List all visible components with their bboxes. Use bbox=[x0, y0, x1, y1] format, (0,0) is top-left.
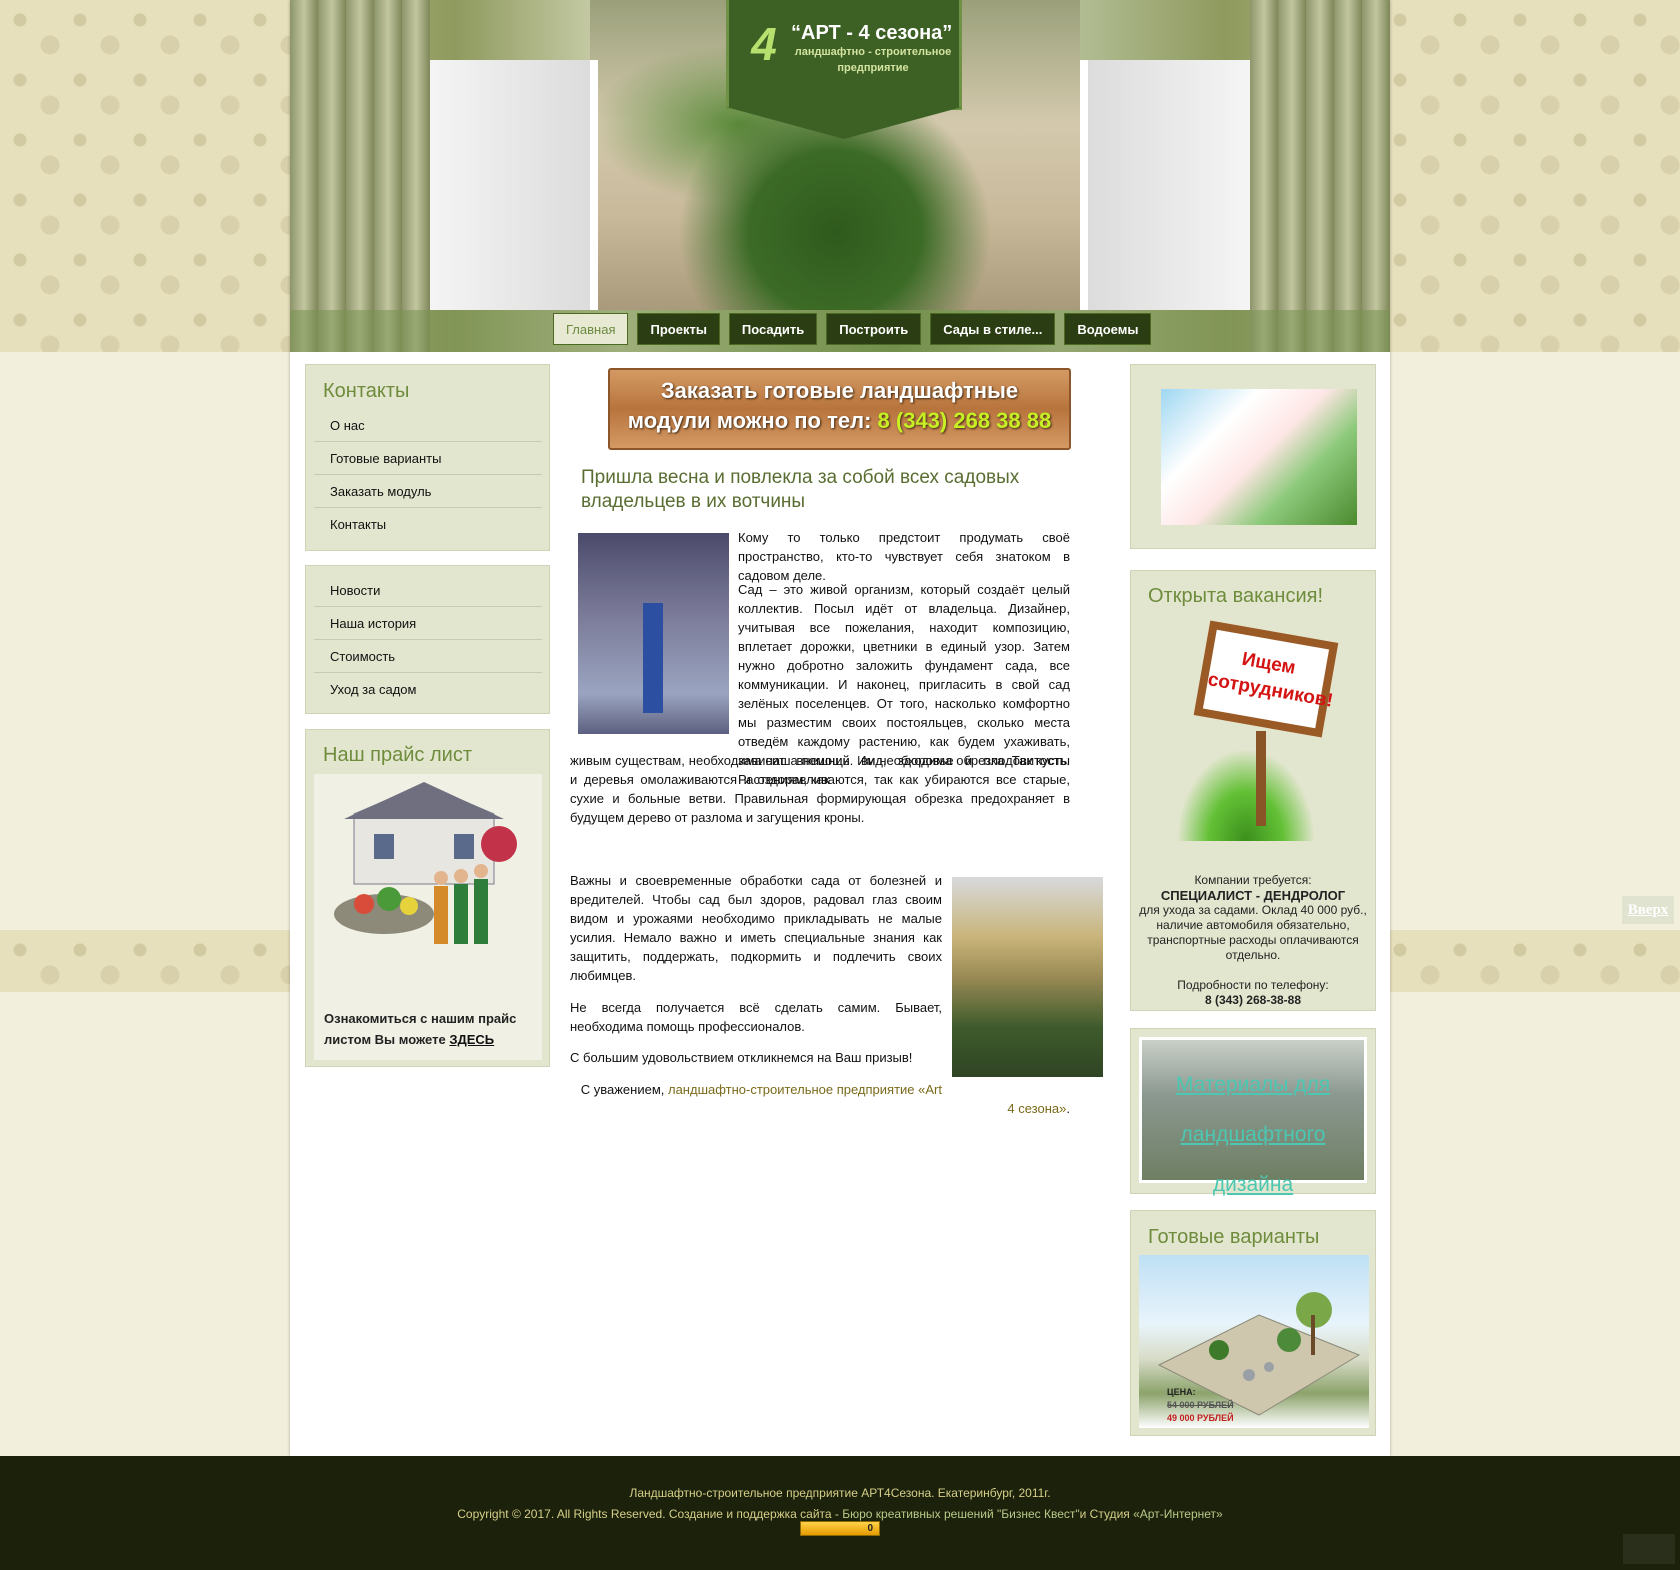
garden-spraying-photo bbox=[952, 877, 1103, 1077]
header: 4 “АРТ - 4 сезона” ландшафтно - строител… bbox=[290, 0, 1390, 352]
article-signature-line2: 4 сезона». bbox=[890, 1099, 1070, 1118]
curtain-left bbox=[290, 0, 430, 352]
menu-item-history[interactable]: Наша история bbox=[314, 607, 542, 640]
vacancy-phone: 8 (343) 268-38-88 bbox=[1204, 993, 1302, 1007]
site-logo[interactable]: 4 “АРТ - 4 сезона” ландшафтно - строител… bbox=[726, 0, 962, 139]
vacancy-phone-label: Подробности по телефону: bbox=[1177, 978, 1329, 992]
nav-build[interactable]: Построить bbox=[826, 313, 922, 345]
hiring-sign: Ищем сотрудников! bbox=[1193, 620, 1339, 738]
sign-post-icon bbox=[1256, 731, 1266, 826]
menu-item-contacts[interactable]: Контакты bbox=[314, 508, 542, 541]
article-title: Пришла весна и повлекла за собой всех са… bbox=[581, 467, 1020, 512]
corner-widget bbox=[1623, 1534, 1675, 1564]
nav-home[interactable]: Главная bbox=[553, 313, 629, 345]
banner-line1: Заказать готовые ландшафтные bbox=[660, 378, 1019, 403]
banner-line2-text: модули можно по тел: bbox=[627, 408, 878, 433]
materials-banner[interactable]: Материалы для ландшафтного дизайна bbox=[1139, 1037, 1367, 1196]
ready-variant-image[interactable]: ЦЕНА: 54 000 РУБЛЕЙ 49 000 РУБЛЕЙ bbox=[1139, 1255, 1369, 1428]
tree-pruning-photo bbox=[578, 533, 729, 734]
footer-and: и Студия bbox=[1079, 1507, 1134, 1521]
article-paragraph-5: С большим удовольствием откликнемся на В… bbox=[570, 1050, 913, 1065]
page-container: 4 “АРТ - 4 сезона” ландшафтно - строител… bbox=[290, 0, 1390, 1456]
vacancy-description: Компании требуется: СПЕЦИАЛИСТ - ДЕНДРОЛ… bbox=[1139, 873, 1367, 1008]
contacts-title: Контакты bbox=[323, 380, 410, 402]
grass-icon bbox=[1171, 741, 1321, 841]
vacancy-details: для ухода за садами. Оклад 40 000 руб., … bbox=[1139, 903, 1367, 962]
scroll-top-button[interactable]: Вверх bbox=[1622, 896, 1674, 924]
menu-item-about[interactable]: О нас bbox=[314, 409, 542, 442]
seminar-box bbox=[1130, 364, 1376, 549]
nav-plant[interactable]: Посадить bbox=[728, 313, 818, 345]
price-list-text: Ознакомиться с нашим прайс листом Вы мож… bbox=[324, 1008, 534, 1050]
footer-link-art-internet[interactable]: «Арт-Интернет» bbox=[1133, 1507, 1223, 1521]
window-frame-left bbox=[420, 60, 598, 310]
info-menu-box: Новости Наша история Стоимость Уход за с… bbox=[305, 565, 550, 714]
vacancy-position: СПЕЦИАЛИСТ - ДЕНДРОЛОГ bbox=[1160, 888, 1346, 903]
seminar-invite-image[interactable] bbox=[1161, 389, 1357, 525]
banner-line2: модули можно по тел: 8 (343) 268 38 88 bbox=[610, 406, 1069, 436]
contacts-menu-box: Контакты О нас Готовые варианты Заказать… bbox=[305, 364, 550, 551]
footer-link-business-quest[interactable]: Бюро креативных решений "Бизнес Квест" bbox=[842, 1507, 1079, 1521]
menu-item-order-module[interactable]: Заказать модуль bbox=[314, 475, 542, 508]
order-modules-banner[interactable]: Заказать готовые ландшафтные модули можн… bbox=[608, 368, 1071, 450]
menu-item-cost[interactable]: Стоимость bbox=[314, 640, 542, 673]
footer: Ландшафтно-строительное предприятие АРТ4… bbox=[0, 1456, 1680, 1570]
vacancy-box: Открыта вакансия! Ищем сотрудников! Комп… bbox=[1130, 570, 1376, 1011]
old-price: 54 000 РУБЛЕЙ bbox=[1167, 1400, 1234, 1410]
nav-projects[interactable]: Проекты bbox=[637, 313, 720, 345]
price-label: ЦЕНА: bbox=[1167, 1387, 1196, 1397]
footer-company: Ландшафтно-строительное предприятие АРТ4… bbox=[629, 1486, 1051, 1500]
menu-item-ready-variants[interactable]: Готовые варианты bbox=[314, 442, 542, 475]
menu-item-garden-care[interactable]: Уход за садом bbox=[314, 673, 542, 706]
ready-variants-title: Готовые варианты bbox=[1148, 1226, 1320, 1248]
main-nav: Главная Проекты Посадить Построить Сады … bbox=[290, 310, 1390, 352]
logo-title: “АРТ - 4 сезона” bbox=[791, 22, 953, 44]
nav-garden-styles[interactable]: Сады в стиле... bbox=[930, 313, 1056, 345]
banner-phone: 8 (343) 268 38 88 bbox=[877, 408, 1052, 433]
footer-copyright-text: Copyright © 2017. All Rights Reserved. С… bbox=[457, 1507, 843, 1521]
vacancy-line1: Компании требуется: bbox=[1194, 873, 1312, 887]
vacancy-title: Открыта вакансия! bbox=[1148, 585, 1324, 607]
window-frame-right bbox=[1080, 60, 1258, 310]
nav-ponds[interactable]: Водоемы bbox=[1064, 313, 1152, 345]
materials-box: Материалы для ландшафтного дизайна bbox=[1130, 1028, 1376, 1196]
visit-counter[interactable]: 0 bbox=[800, 1521, 880, 1536]
house-workers-icon bbox=[334, 782, 517, 944]
logo-subtitle: ландшафтно - строительное предприятие bbox=[794, 46, 952, 74]
signature-link[interactable]: ландшафтно-строительное предприятие «Art bbox=[668, 1082, 942, 1097]
article-paragraph-4: Не всегда получается всё сделать самим. … bbox=[570, 1000, 942, 1034]
article-paragraph-2b: живым существам, необходима наша помощь.… bbox=[570, 753, 1070, 825]
price-list-link[interactable]: ЗДЕСЬ bbox=[449, 1032, 494, 1047]
article-signature-line1: С уважением, ландшафтно-строительное пре… bbox=[580, 1080, 942, 1099]
curtain-right bbox=[1250, 0, 1390, 352]
signature-link-cont[interactable]: 4 сезона» bbox=[1007, 1101, 1066, 1116]
article-paragraph-3: Важны и своевременные обработки сада от … bbox=[570, 873, 942, 983]
signature-prefix: С уважением, bbox=[580, 1082, 668, 1097]
footer-copyright: Copyright © 2017. All Rights Reserved. С… bbox=[0, 1507, 1680, 1521]
price-list-box: Наш прайс лист Ознакомиться с нашим прай… bbox=[305, 729, 550, 1067]
signature-end: . bbox=[1066, 1101, 1070, 1116]
logo-mark-icon: 4 bbox=[751, 18, 777, 70]
ready-variants-box: Готовые варианты ЦЕНА: 54 000 РУБЛЕЙ 49 … bbox=[1130, 1210, 1376, 1436]
menu-item-news[interactable]: Новости bbox=[314, 574, 542, 607]
materials-link[interactable]: Материалы для ландшафтного дизайна bbox=[1142, 1060, 1364, 1210]
ready-variant-price: ЦЕНА: 54 000 РУБЛЕЙ 49 000 РУБЛЕЙ bbox=[1167, 1386, 1234, 1425]
price-list-title: Наш прайс лист bbox=[323, 744, 472, 766]
new-price: 49 000 РУБЛЕЙ bbox=[1167, 1413, 1234, 1423]
article-paragraph-1: Кому то только предстоит продумать своё … bbox=[738, 530, 1070, 583]
